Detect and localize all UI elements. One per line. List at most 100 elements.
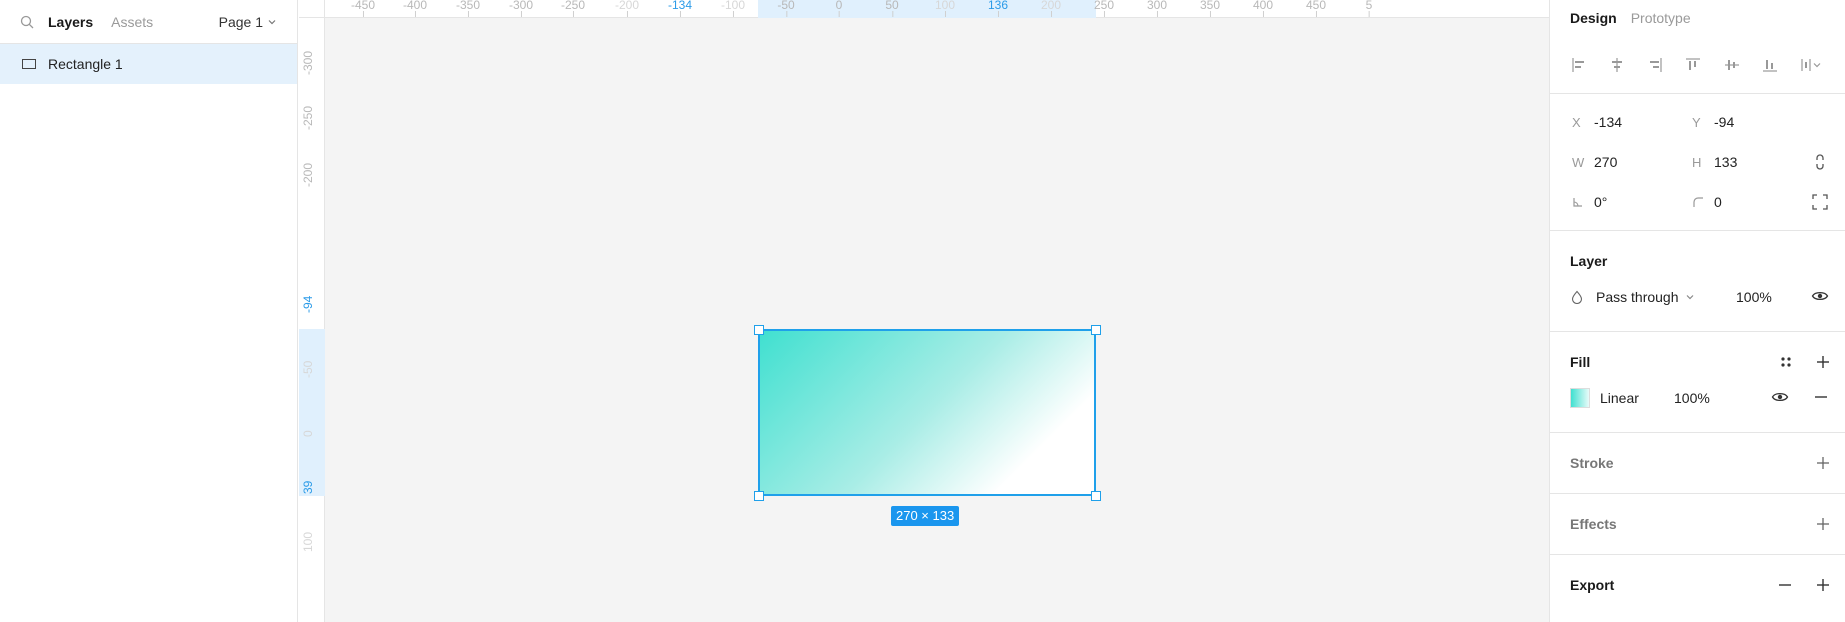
- position-row: X -134 Y -94: [1550, 102, 1845, 142]
- top-ruler-tick: -400: [402, 0, 428, 17]
- left-ruler-tick: -200: [301, 162, 315, 187]
- w-label: W: [1572, 154, 1585, 170]
- left-ruler-tick: -250: [301, 105, 315, 130]
- top-ruler-tick: -134: [667, 0, 693, 17]
- styles-grid-icon[interactable]: [1779, 355, 1793, 369]
- size-row: W 270 H 133: [1550, 142, 1845, 182]
- align-left-icon[interactable]: [1570, 56, 1588, 74]
- chevron-down-icon: [1685, 292, 1695, 302]
- y-value[interactable]: -94: [1714, 114, 1734, 130]
- layer-item-rectangle-1[interactable]: Rectangle 1: [0, 44, 297, 84]
- x-label: X: [1572, 114, 1581, 130]
- rectangle-icon: [22, 59, 36, 69]
- effects-section: Effects: [1550, 494, 1845, 555]
- properties-panel: Design Prototype X -134 Y -94 W 270 H 13…: [1549, 0, 1845, 622]
- resize-handle-bottom-right[interactable]: [1091, 491, 1101, 501]
- top-ruler-tick: -350: [455, 0, 481, 17]
- stroke-section: Stroke: [1550, 433, 1845, 494]
- layers-panel-header: Layers Assets Page 1: [0, 0, 297, 44]
- alignment-toolbar: [1550, 36, 1845, 94]
- export-section-actions: [1777, 555, 1831, 615]
- top-ruler-tick: 250: [1093, 0, 1115, 17]
- fill-type-label[interactable]: Linear: [1600, 390, 1639, 406]
- top-ruler-tick: 400: [1252, 0, 1274, 17]
- add-stroke-icon[interactable]: [1815, 455, 1831, 471]
- layers-panel: Layers Assets Page 1 Rectangle 1: [0, 0, 298, 622]
- align-top-icon[interactable]: [1684, 56, 1702, 74]
- w-value[interactable]: 270: [1594, 154, 1617, 170]
- top-ruler-tick: -450: [350, 0, 376, 17]
- top-ruler-tick: -100: [720, 0, 746, 17]
- effects-section-header: Effects: [1550, 494, 1845, 554]
- add-fill-icon[interactable]: [1815, 354, 1831, 370]
- top-ruler: -450 -400 -350 -300 -250 -200 -134 -100 -50 0 50 10…: [325, 0, 1549, 18]
- align-bottom-icon[interactable]: [1761, 56, 1779, 74]
- rotation-icon: [1572, 196, 1594, 208]
- align-vertical-center-icon[interactable]: [1723, 56, 1741, 74]
- search-icon[interactable]: [20, 14, 36, 30]
- rotation-value[interactable]: 0°: [1594, 194, 1607, 210]
- remove-fill-icon[interactable]: [1813, 390, 1829, 404]
- tab-assets[interactable]: Assets: [111, 14, 153, 30]
- fill-swatch[interactable]: [1570, 388, 1590, 408]
- fill-section-title: Fill: [1570, 354, 1591, 370]
- blend-mode-select[interactable]: Pass through: [1596, 289, 1679, 305]
- add-export-icon[interactable]: [1815, 577, 1831, 593]
- rotation-radius-row: 0° 0: [1550, 182, 1845, 222]
- top-ruler-tick: -250: [560, 0, 586, 17]
- resize-handle-bottom-left[interactable]: [754, 491, 764, 501]
- page-selector[interactable]: Page 1: [219, 0, 277, 44]
- top-ruler-tick: 450: [1305, 0, 1327, 17]
- x-value[interactable]: -134: [1594, 114, 1622, 130]
- left-ruler-tick: -50: [301, 360, 315, 378]
- left-ruler-selection-highlight: [299, 329, 325, 496]
- export-section: Export: [1550, 555, 1845, 615]
- left-ruler-tick: -300: [301, 50, 315, 75]
- align-horizontal-center-icon[interactable]: [1608, 56, 1626, 74]
- left-ruler-tick: 100: [301, 531, 315, 552]
- eye-icon[interactable]: [1771, 390, 1789, 404]
- remove-export-icon[interactable]: [1777, 577, 1793, 593]
- properties-tabs: Design Prototype: [1550, 0, 1845, 36]
- layer-section-title: Layer: [1570, 253, 1608, 269]
- corner-radius-field[interactable]: 0: [1692, 194, 1812, 210]
- independent-corners-icon[interactable]: [1811, 193, 1829, 211]
- distribute-menu-icon[interactable]: [1799, 56, 1825, 74]
- fill-opacity-value[interactable]: 100%: [1674, 390, 1710, 406]
- top-ruler-tick: 0: [835, 0, 843, 17]
- tab-layers[interactable]: Layers: [48, 14, 93, 30]
- dimension-badge: 270 × 133: [891, 506, 960, 526]
- fill-row: Linear 100%: [1550, 376, 1845, 432]
- rectangle-1-shape[interactable]: [758, 329, 1096, 496]
- stroke-section-actions: [1815, 433, 1831, 493]
- top-ruler-tick: 5: [1365, 0, 1373, 17]
- export-section-header: Export: [1550, 555, 1845, 615]
- rotation-field[interactable]: 0°: [1572, 194, 1692, 210]
- w-field[interactable]: W 270: [1572, 154, 1692, 170]
- corner-radius-value[interactable]: 0: [1714, 194, 1722, 210]
- canvas[interactable]: -450 -400 -350 -300 -250 -200 -134 -100 -50 0 5 0 10…: [299, 0, 1549, 622]
- export-section-title: Export: [1570, 577, 1615, 593]
- blend-mode-icon: [1570, 290, 1584, 304]
- layer-opacity-value[interactable]: 100%: [1736, 289, 1772, 305]
- left-ruler-tick: 0: [301, 430, 315, 437]
- h-field[interactable]: H 133: [1692, 154, 1812, 170]
- effects-section-actions: [1815, 494, 1831, 554]
- stroke-section-header: Stroke: [1550, 433, 1845, 493]
- eye-icon[interactable]: [1811, 289, 1829, 303]
- top-ruler-tick: -50: [777, 0, 795, 17]
- resize-handle-top-left[interactable]: [754, 325, 764, 335]
- x-field[interactable]: X -134: [1572, 114, 1692, 130]
- tab-design[interactable]: Design: [1570, 10, 1617, 26]
- h-value[interactable]: 133: [1714, 154, 1737, 170]
- top-ruler-tick: 136: [987, 0, 1009, 17]
- y-field[interactable]: Y -94: [1692, 114, 1812, 130]
- add-effect-icon[interactable]: [1815, 516, 1831, 532]
- layer-blend-row: Pass through 100%: [1550, 275, 1845, 331]
- constrain-proportions-icon[interactable]: [1811, 153, 1829, 171]
- tab-prototype[interactable]: Prototype: [1631, 10, 1691, 26]
- resize-handle-top-right[interactable]: [1091, 325, 1101, 335]
- effects-section-title: Effects: [1570, 516, 1617, 532]
- align-right-icon[interactable]: [1646, 56, 1664, 74]
- layer-section: Layer Pass through 100%: [1550, 231, 1845, 332]
